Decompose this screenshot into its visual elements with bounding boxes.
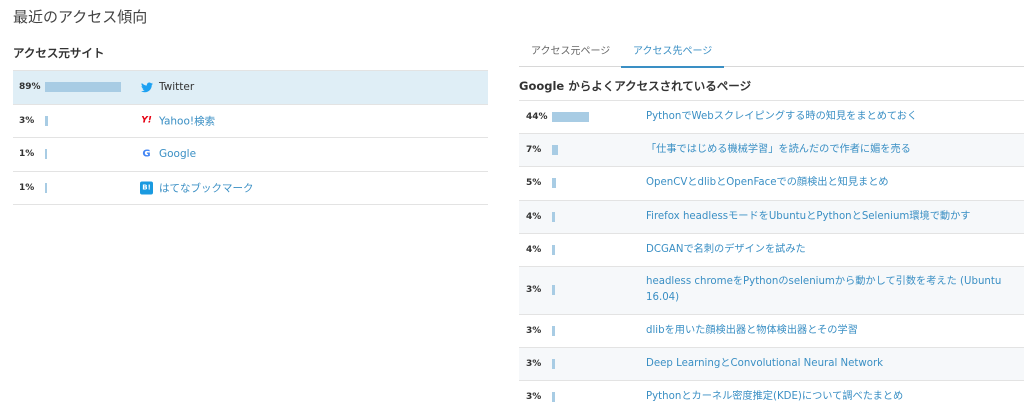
referrer-bar bbox=[45, 182, 47, 193]
twitter-icon bbox=[140, 81, 153, 94]
referrer-bar bbox=[45, 115, 48, 126]
referrer-row-google[interactable]: 1% G Google bbox=[13, 138, 488, 172]
page-percent: 4% bbox=[526, 244, 542, 255]
tab-landing-pages[interactable]: アクセス先ページ bbox=[621, 36, 725, 68]
referrer-label[interactable]: Twitter bbox=[159, 81, 194, 93]
page-link[interactable]: OpenCVとdlibとOpenFaceでの顔検出と知見まとめ bbox=[646, 175, 1012, 191]
google-icon: G bbox=[142, 148, 151, 160]
page-percent: 3% bbox=[526, 326, 542, 337]
left-heading: アクセス元サイト bbox=[13, 46, 105, 60]
referrer-label[interactable]: はてなブックマーク bbox=[159, 180, 254, 195]
page-bar bbox=[552, 326, 555, 337]
page-percent: 4% bbox=[526, 211, 542, 222]
page-percent: 7% bbox=[526, 145, 542, 156]
table-row: 3% Pythonとカーネル密度推定(KDE)について調べたまとめ bbox=[519, 381, 1024, 409]
yahoo-icon: Y! bbox=[141, 115, 152, 126]
page-bar bbox=[552, 244, 555, 255]
right-heading: Google からよくアクセスされているページ bbox=[519, 79, 752, 93]
page-link[interactable]: dlibを用いた顔検出器と物体検出器とその学習 bbox=[646, 323, 1012, 339]
table-row: 7% 「仕事ではじめる機械学習」を読んだので作者に媚を売る bbox=[519, 134, 1024, 168]
referrer-percent: 1% bbox=[19, 149, 35, 160]
table-row: 3% headless chromeをPythonのseleniumから動かして… bbox=[519, 266, 1024, 315]
page-link[interactable]: Firefox headlessモードをUbuntuとPythonとSeleni… bbox=[646, 209, 1012, 225]
referrer-percent: 1% bbox=[19, 182, 35, 193]
referrer-row-hatena[interactable]: 1% B! はてなブックマーク bbox=[13, 172, 488, 205]
table-row: 4% Firefox headlessモードをUbuntuとPythonとSel… bbox=[519, 200, 1024, 234]
page-tabs: アクセス元ページ アクセス先ページ bbox=[519, 36, 1024, 68]
page-bar bbox=[552, 211, 555, 222]
page-percent: 44% bbox=[526, 112, 548, 123]
page-percent: 5% bbox=[526, 178, 542, 189]
page-link[interactable]: Pythonとカーネル密度推定(KDE)について調べたまとめ bbox=[646, 389, 1012, 405]
table-row: 5% OpenCVとdlibとOpenFaceでの顔検出と知見まとめ bbox=[519, 167, 1024, 201]
referrer-row-twitter[interactable]: 89% Twitter bbox=[13, 71, 488, 105]
hatena-bookmark-icon: B! bbox=[140, 181, 153, 195]
table-row: 44% PythonでWebスクレイピングする時の知見をまとめておく bbox=[519, 101, 1024, 135]
page-bar bbox=[552, 145, 558, 156]
page-percent: 3% bbox=[526, 285, 542, 296]
table-row: 4% DCGANで名刺のデザインを試みた bbox=[519, 234, 1024, 267]
page-percent: 3% bbox=[526, 359, 542, 370]
page-bar bbox=[552, 112, 589, 123]
tab-referrer-pages[interactable]: アクセス元ページ bbox=[519, 36, 622, 67]
referrer-label[interactable]: Google bbox=[159, 148, 196, 160]
referrer-bar bbox=[45, 149, 47, 160]
page-bar bbox=[552, 178, 556, 189]
page-percent: 3% bbox=[526, 392, 542, 403]
page-bar bbox=[552, 285, 555, 296]
table-row: 3% dlibを用いた顔検出器と物体検出器とその学習 bbox=[519, 315, 1024, 349]
page-link[interactable]: 「仕事ではじめる機械学習」を読んだので作者に媚を売る bbox=[646, 142, 1012, 158]
page-link[interactable]: Deep LearningとConvolutional Neural Netwo… bbox=[646, 356, 1012, 372]
table-row: 3% Deep LearningとConvolutional Neural Ne… bbox=[519, 348, 1024, 382]
referrer-site-table: 89% Twitter 3% Y! Yahoo!検索 1% G Google 1… bbox=[13, 70, 488, 205]
page-link[interactable]: headless chromeをPythonのseleniumから動かして引数を… bbox=[646, 274, 1012, 306]
page-bar bbox=[552, 392, 555, 403]
page-bar bbox=[552, 359, 555, 370]
referrer-percent: 3% bbox=[19, 115, 35, 126]
page-link[interactable]: PythonでWebスクレイピングする時の知見をまとめておく bbox=[646, 109, 1012, 125]
referrer-bar bbox=[45, 82, 121, 93]
referrer-row-yahoo[interactable]: 3% Y! Yahoo!検索 bbox=[13, 105, 488, 138]
referrer-label[interactable]: Yahoo!検索 bbox=[159, 113, 215, 128]
landing-page-table: 44% PythonでWebスクレイピングする時の知見をまとめておく 7% 「仕… bbox=[519, 100, 1024, 409]
referrer-percent: 89% bbox=[19, 82, 41, 93]
page-title: 最近のアクセス傾向 bbox=[13, 8, 148, 26]
page-link[interactable]: DCGANで名刺のデザインを試みた bbox=[646, 242, 1012, 258]
